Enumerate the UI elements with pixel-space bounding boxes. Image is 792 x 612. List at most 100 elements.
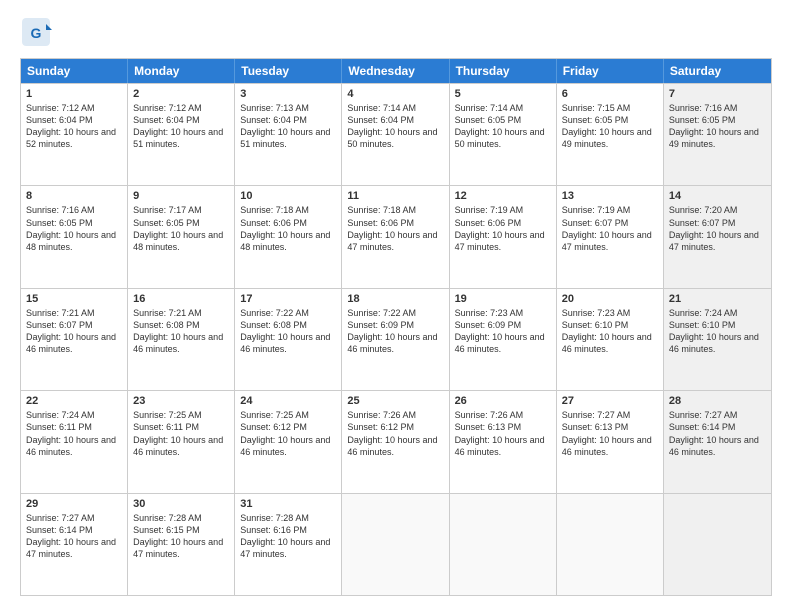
cell-text: Sunrise: 7:26 AM Sunset: 6:13 PM Dayligh… <box>455 409 551 458</box>
day-number: 31 <box>240 498 336 510</box>
day-number: 19 <box>455 293 551 305</box>
cal-cell-empty-3 <box>342 494 449 595</box>
cell-text: Sunrise: 7:25 AM Sunset: 6:12 PM Dayligh… <box>240 409 336 458</box>
cal-cell-1: 1 Sunrise: 7:12 AM Sunset: 6:04 PM Daylig… <box>21 84 128 185</box>
day-number: 11 <box>347 190 443 202</box>
cal-cell-9: 9 Sunrise: 7:17 AM Sunset: 6:05 PM Daylig… <box>128 186 235 287</box>
cell-text: Sunrise: 7:19 AM Sunset: 6:07 PM Dayligh… <box>562 204 658 253</box>
cell-text: Sunrise: 7:23 AM Sunset: 6:10 PM Dayligh… <box>562 307 658 356</box>
header-day-monday: Monday <box>128 59 235 83</box>
cell-text: Sunrise: 7:13 AM Sunset: 6:04 PM Dayligh… <box>240 102 336 151</box>
calendar: SundayMondayTuesdayWednesdayThursdayFrid… <box>20 58 772 596</box>
cal-cell-28: 28Sunrise: 7:27 AM Sunset: 6:14 PM Dayli… <box>664 391 771 492</box>
cal-cell-19: 19 Sunrise: 7:23 AM Sunset: 6:09 PM Dayli… <box>450 289 557 390</box>
day-number: 14 <box>669 190 766 202</box>
cal-cell-23: 23 Sunrise: 7:25 AM Sunset: 6:11 PM Dayli… <box>128 391 235 492</box>
cell-text: Sunrise: 7:21 AM Sunset: 6:08 PM Dayligh… <box>133 307 229 356</box>
day-number: 23 <box>133 395 229 407</box>
header-day-friday: Friday <box>557 59 664 83</box>
cell-text: Sunrise: 7:23 AM Sunset: 6:09 PM Dayligh… <box>455 307 551 356</box>
calendar-header: SundayMondayTuesdayWednesdayThursdayFrid… <box>21 59 771 83</box>
day-number: 4 <box>347 88 443 100</box>
cell-text: Sunrise: 7:28 AM Sunset: 6:15 PM Dayligh… <box>133 512 229 561</box>
day-number: 17 <box>240 293 336 305</box>
cal-cell-empty-6 <box>664 494 771 595</box>
day-number: 20 <box>562 293 658 305</box>
calendar-row-3: 15 Sunrise: 7:21 AM Sunset: 6:07 PM Dayli… <box>21 288 771 390</box>
day-number: 15 <box>26 293 122 305</box>
day-number: 30 <box>133 498 229 510</box>
day-number: 1 <box>26 88 122 100</box>
calendar-row-1: 1 Sunrise: 7:12 AM Sunset: 6:04 PM Daylig… <box>21 83 771 185</box>
day-number: 28 <box>669 395 766 407</box>
logo-icon: G <box>20 16 52 48</box>
day-number: 12 <box>455 190 551 202</box>
header-day-sunday: Sunday <box>21 59 128 83</box>
cal-cell-29: 29 Sunrise: 7:27 AM Sunset: 6:14 PM Dayli… <box>21 494 128 595</box>
cal-cell-5: 5 Sunrise: 7:14 AM Sunset: 6:05 PM Daylig… <box>450 84 557 185</box>
cal-cell-12: 12Sunrise: 7:19 AM Sunset: 6:06 PM Dayli… <box>450 186 557 287</box>
cell-text: Sunrise: 7:12 AM Sunset: 6:04 PM Dayligh… <box>26 102 122 151</box>
cal-cell-14: 14 Sunrise: 7:20 AM Sunset: 6:07 PM Dayli… <box>664 186 771 287</box>
cal-cell-22: 22 Sunrise: 7:24 AM Sunset: 6:11 PM Dayli… <box>21 391 128 492</box>
cal-cell-31: 31 Sunrise: 7:28 AM Sunset: 6:16 PM Dayli… <box>235 494 342 595</box>
day-number: 27 <box>562 395 658 407</box>
cal-cell-empty-4 <box>450 494 557 595</box>
cell-text: Sunrise: 7:22 AM Sunset: 6:08 PM Dayligh… <box>240 307 336 356</box>
day-number: 26 <box>455 395 551 407</box>
calendar-row-5: 29 Sunrise: 7:27 AM Sunset: 6:14 PM Dayli… <box>21 493 771 595</box>
header-day-thursday: Thursday <box>450 59 557 83</box>
cal-cell-16: 16 Sunrise: 7:21 AM Sunset: 6:08 PM Dayli… <box>128 289 235 390</box>
day-number: 25 <box>347 395 443 407</box>
cal-cell-15: 15 Sunrise: 7:21 AM Sunset: 6:07 PM Dayli… <box>21 289 128 390</box>
day-number: 8 <box>26 190 122 202</box>
cell-text: Sunrise: 7:28 AM Sunset: 6:16 PM Dayligh… <box>240 512 336 561</box>
day-number: 7 <box>669 88 766 100</box>
day-number: 29 <box>26 498 122 510</box>
cal-cell-6: 6Sunrise: 7:15 AM Sunset: 6:05 PM Daylig… <box>557 84 664 185</box>
header: G <box>20 16 772 48</box>
cell-text: Sunrise: 7:21 AM Sunset: 6:07 PM Dayligh… <box>26 307 122 356</box>
cell-text: Sunrise: 7:14 AM Sunset: 6:04 PM Dayligh… <box>347 102 443 151</box>
day-number: 13 <box>562 190 658 202</box>
cal-cell-11: 11Sunrise: 7:18 AM Sunset: 6:06 PM Dayli… <box>342 186 449 287</box>
day-number: 18 <box>347 293 443 305</box>
cal-cell-24: 24 Sunrise: 7:25 AM Sunset: 6:12 PM Dayli… <box>235 391 342 492</box>
day-number: 24 <box>240 395 336 407</box>
day-number: 9 <box>133 190 229 202</box>
cal-cell-25: 25Sunrise: 7:26 AM Sunset: 6:12 PM Dayli… <box>342 391 449 492</box>
cell-text: Sunrise: 7:18 AM Sunset: 6:06 PM Dayligh… <box>240 204 336 253</box>
cell-text: Sunrise: 7:16 AM Sunset: 6:05 PM Dayligh… <box>26 204 122 253</box>
cell-text: Sunrise: 7:25 AM Sunset: 6:11 PM Dayligh… <box>133 409 229 458</box>
cell-text: Sunrise: 7:14 AM Sunset: 6:05 PM Dayligh… <box>455 102 551 151</box>
day-number: 3 <box>240 88 336 100</box>
cell-text: Sunrise: 7:15 AM Sunset: 6:05 PM Dayligh… <box>562 102 658 151</box>
header-day-tuesday: Tuesday <box>235 59 342 83</box>
cell-text: Sunrise: 7:27 AM Sunset: 6:13 PM Dayligh… <box>562 409 658 458</box>
cell-text: Sunrise: 7:16 AM Sunset: 6:05 PM Dayligh… <box>669 102 766 151</box>
header-day-wednesday: Wednesday <box>342 59 449 83</box>
cal-cell-27: 27 Sunrise: 7:27 AM Sunset: 6:13 PM Dayli… <box>557 391 664 492</box>
day-number: 5 <box>455 88 551 100</box>
cal-cell-8: 8 Sunrise: 7:16 AM Sunset: 6:05 PM Daylig… <box>21 186 128 287</box>
day-number: 10 <box>240 190 336 202</box>
calendar-row-4: 22 Sunrise: 7:24 AM Sunset: 6:11 PM Dayli… <box>21 390 771 492</box>
cal-cell-21: 21Sunrise: 7:24 AM Sunset: 6:10 PM Dayli… <box>664 289 771 390</box>
cell-text: Sunrise: 7:20 AM Sunset: 6:07 PM Dayligh… <box>669 204 766 253</box>
cal-cell-3: 3 Sunrise: 7:13 AM Sunset: 6:04 PM Daylig… <box>235 84 342 185</box>
cal-cell-20: 20 Sunrise: 7:23 AM Sunset: 6:10 PM Dayli… <box>557 289 664 390</box>
cal-cell-2: 2Sunrise: 7:12 AM Sunset: 6:04 PM Daylig… <box>128 84 235 185</box>
cal-cell-13: 13 Sunrise: 7:19 AM Sunset: 6:07 PM Dayli… <box>557 186 664 287</box>
cal-cell-26: 26 Sunrise: 7:26 AM Sunset: 6:13 PM Dayli… <box>450 391 557 492</box>
cell-text: Sunrise: 7:27 AM Sunset: 6:14 PM Dayligh… <box>26 512 122 561</box>
day-number: 16 <box>133 293 229 305</box>
cal-cell-empty-5 <box>557 494 664 595</box>
day-number: 22 <box>26 395 122 407</box>
cell-text: Sunrise: 7:24 AM Sunset: 6:11 PM Dayligh… <box>26 409 122 458</box>
cell-text: Sunrise: 7:17 AM Sunset: 6:05 PM Dayligh… <box>133 204 229 253</box>
cal-cell-17: 17 Sunrise: 7:22 AM Sunset: 6:08 PM Dayli… <box>235 289 342 390</box>
cell-text: Sunrise: 7:24 AM Sunset: 6:10 PM Dayligh… <box>669 307 766 356</box>
cal-cell-4: 4 Sunrise: 7:14 AM Sunset: 6:04 PM Daylig… <box>342 84 449 185</box>
cell-text: Sunrise: 7:12 AM Sunset: 6:04 PM Dayligh… <box>133 102 229 151</box>
logo: G <box>20 16 56 48</box>
